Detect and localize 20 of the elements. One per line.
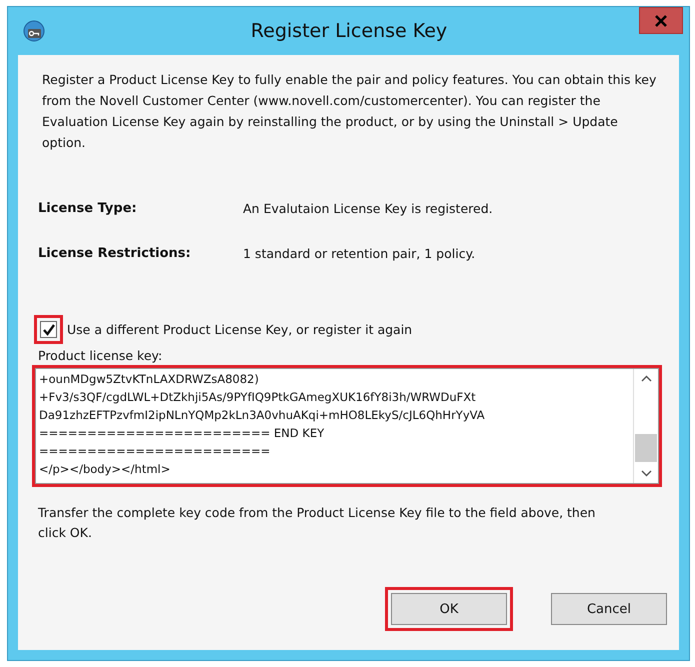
scroll-thumb[interactable] <box>635 434 657 462</box>
scrollbar[interactable] <box>633 369 658 483</box>
info-value: 1 standard or retention pair, 1 policy. <box>243 246 476 261</box>
info-label: License Restrictions: <box>38 246 192 261</box>
window-title: Register License Key <box>250 20 448 42</box>
hint-text: Transfer the complete key code from the Product License Key file to the field above, then click OK. <box>38 504 596 542</box>
dialog-button[interactable]: OK <box>391 593 507 625</box>
close-button[interactable] <box>639 7 683 34</box>
checkbox[interactable] <box>40 321 57 338</box>
info-label: License Type: <box>38 201 138 216</box>
scroll-down-icon <box>640 470 652 477</box>
intro-text: Register a Product License Key to fully enable the pair and policy features. You can obtain this key from the Novell Customer Center (www.novell.com/customercenter). You can register the Evaluation License Key again by reinstalling the product, or by using the Uninstall > Update option. <box>42 71 658 152</box>
license-key-text: +ounMDgw5ZtvKTnLAXDRWZsA8082) +Fv3/s3QF/cgdLWL+DtZkhji5As/9PYfIQ9PtkGAmegXUK16fY8i3h/WRWDuFXt Da91zhzEFTPzvfmI2ipNLnYQMp2kLn3A0vhuAKqi+mHO8LEkyS/cJL6QhHrYyVA ======================== END KEY ======================== </p></body></html> <box>38 371 486 478</box>
field-label: Product license key: <box>38 348 164 363</box>
info-value: An Evalutaion License Key is registered. <box>243 201 494 216</box>
checkbox-label: Use a different Product License Key, or register it again <box>67 322 412 337</box>
key-icon <box>23 20 45 42</box>
close-icon <box>655 14 667 26</box>
scroll-up-icon <box>640 375 652 382</box>
dialog-button[interactable]: Cancel <box>551 593 667 625</box>
